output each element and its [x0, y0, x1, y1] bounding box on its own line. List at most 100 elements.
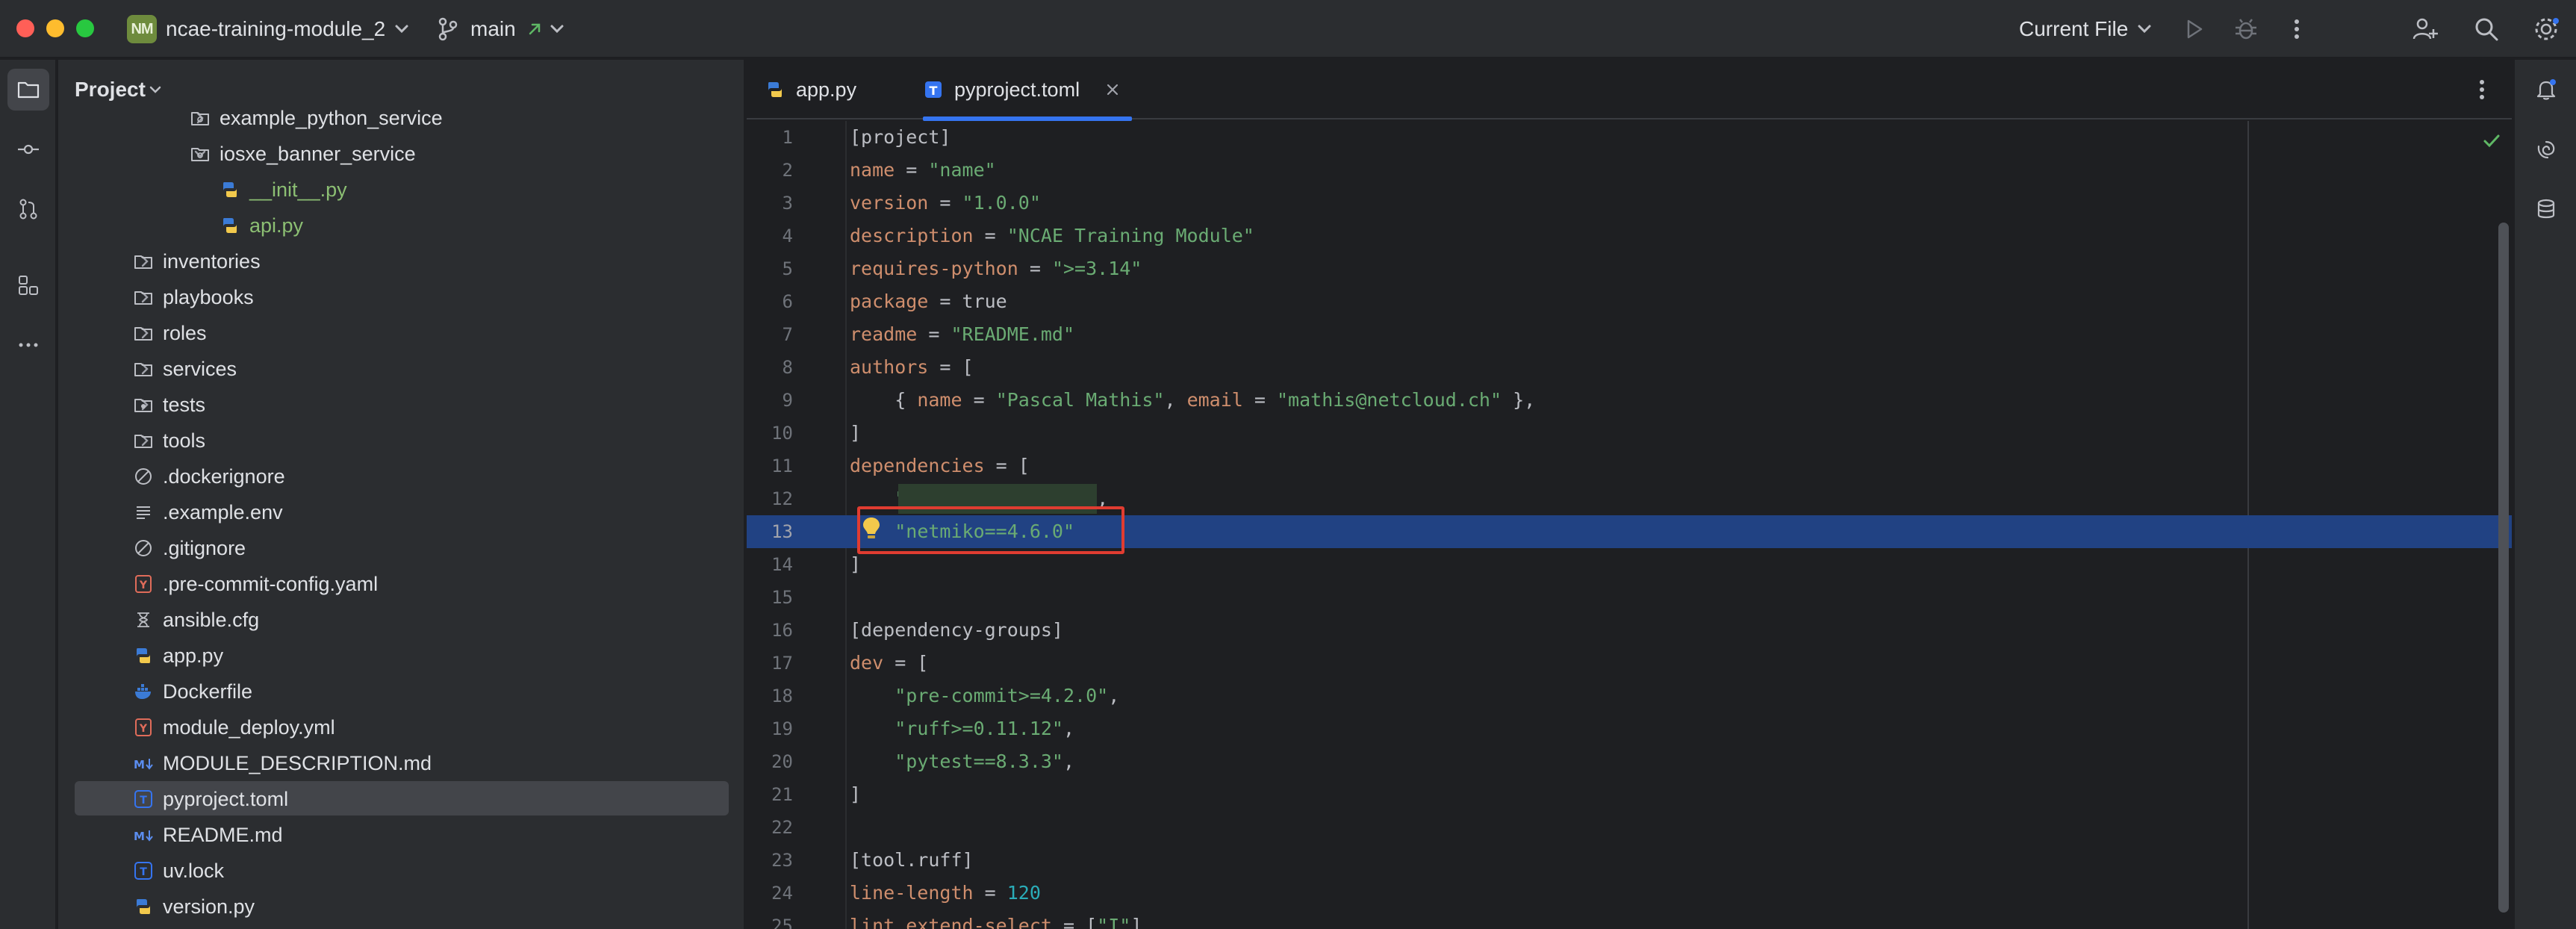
- code-token: lint.extend-select: [850, 915, 1052, 929]
- tree-item[interactable]: Ymodule_deploy.yml: [58, 709, 744, 745]
- code-line[interactable]: 24 line-length = 120: [747, 877, 2512, 910]
- tree-item[interactable]: .example.env: [58, 494, 744, 530]
- settings-gear-icon[interactable]: [2531, 14, 2561, 44]
- tree-item[interactable]: inventories: [58, 243, 744, 279]
- add-user-icon[interactable]: [2410, 14, 2440, 44]
- tree-item-label: tools: [163, 429, 206, 452]
- chevron-down-icon[interactable]: [145, 79, 166, 100]
- tab-pyproject-toml[interactable]: T pyproject.toml: [923, 60, 1132, 121]
- tree-item[interactable]: .gitignore: [58, 530, 744, 566]
- code-line[interactable]: 11 dependencies = [: [747, 450, 2512, 482]
- tree-item[interactable]: Tuv.lock: [58, 853, 744, 889]
- code-text: ]: [850, 778, 861, 811]
- database-button[interactable]: [2525, 188, 2567, 230]
- no-problems-check-icon[interactable]: [2480, 130, 2503, 152]
- window-close-button[interactable]: [16, 19, 34, 37]
- tree-item[interactable]: M README.md: [58, 817, 744, 853]
- line-number: 4: [782, 226, 793, 246]
- tree-item[interactable]: tools: [58, 423, 744, 459]
- tree-item[interactable]: .dockerignore: [58, 459, 744, 494]
- svg-text:M: M: [134, 758, 145, 771]
- svg-text:M: M: [134, 830, 145, 843]
- vertical-scrollbar[interactable]: [2498, 223, 2509, 913]
- tree-item[interactable]: tests: [58, 387, 744, 423]
- window-minimize-button[interactable]: [46, 19, 64, 37]
- ignore-file-icon: [135, 468, 152, 485]
- code-line[interactable]: 1 [project]: [747, 121, 2512, 154]
- code-line[interactable]: 16 [dependency-groups]: [747, 614, 2512, 647]
- tab-options-icon[interactable]: [2467, 75, 2497, 105]
- window-zoom-button[interactable]: [76, 19, 94, 37]
- tree-item-label: tests: [163, 394, 206, 416]
- tree-item[interactable]: Tpyproject.toml: [58, 781, 744, 817]
- code-line[interactable]: 2 name = "name": [747, 154, 2512, 187]
- line-number: 3: [782, 193, 793, 214]
- tree-item[interactable]: version.py: [58, 889, 744, 925]
- ai-assistant-button[interactable]: [2525, 128, 2567, 170]
- code-token: },: [1502, 389, 1536, 411]
- tree-item[interactable]: __init__.py: [58, 172, 744, 208]
- code-line[interactable]: 18 "pre-commit>=4.2.0",: [747, 680, 2512, 712]
- tree-item[interactable]: iosxe_banner_service: [58, 136, 744, 172]
- project-selector[interactable]: ncae-training-module_2: [166, 0, 385, 58]
- pull-requests-tool-button[interactable]: [7, 188, 49, 230]
- code-line[interactable]: 7 readme = "README.md": [747, 318, 2512, 351]
- notifications-button[interactable]: [2525, 69, 2567, 111]
- code-token: [project]: [850, 126, 951, 148]
- code-line[interactable]: 17 dev = [: [747, 647, 2512, 680]
- close-tab-icon[interactable]: [1105, 82, 1120, 97]
- run-configuration-selector[interactable]: Current File: [2019, 0, 2128, 58]
- tree-item-label: MODULE_DESCRIPTION.md: [163, 752, 432, 774]
- code-line[interactable]: 5 requires-python = ">=3.14": [747, 252, 2512, 285]
- code-token: "ruff>=0.11.12": [895, 718, 1063, 739]
- chevron-down-icon[interactable]: [542, 14, 572, 44]
- yaml-file-icon: Y: [135, 718, 152, 736]
- tree-item[interactable]: Y .pre-commit-config.yaml: [58, 566, 744, 602]
- tree-item-label: inventories: [163, 250, 261, 273]
- code-line[interactable]: 23 [tool.ruff]: [747, 844, 2512, 877]
- line-number: 23: [771, 850, 793, 871]
- code-line[interactable]: 8 authors = [: [747, 351, 2512, 384]
- code-line[interactable]: 20 "pytest==8.3.3",: [747, 745, 2512, 778]
- code-line[interactable]: 10]: [747, 417, 2512, 450]
- structure-tool-button[interactable]: [7, 264, 49, 306]
- debug-icon[interactable]: [2231, 14, 2261, 44]
- tree-item[interactable]: services: [58, 351, 744, 387]
- code-line[interactable]: 22: [747, 811, 2512, 844]
- tree-item[interactable]: example_python_service: [58, 100, 744, 136]
- code-line[interactable]: 3 version = "1.0.0": [747, 187, 2512, 220]
- code-text: dev = [: [850, 647, 928, 680]
- project-badge[interactable]: NM: [127, 15, 157, 43]
- code-line[interactable]: 19 "ruff>=0.11.12",: [747, 712, 2512, 745]
- tree-item[interactable]: api.py: [58, 208, 744, 243]
- svg-text:T: T: [930, 84, 938, 98]
- branch-selector[interactable]: main: [470, 0, 516, 58]
- tree-item[interactable]: roles: [58, 315, 744, 351]
- search-icon[interactable]: [2471, 14, 2501, 44]
- project-tool-button[interactable]: [7, 69, 49, 111]
- bell-icon: [2536, 79, 2556, 100]
- commit-tool-button[interactable]: [7, 128, 49, 170]
- code-line[interactable]: 25 lint.extend-select = ["I"]: [747, 910, 2512, 929]
- code-line[interactable]: 21]: [747, 778, 2512, 811]
- code-line[interactable]: 15: [747, 581, 2512, 614]
- ai-spiral-icon: [2537, 140, 2555, 159]
- code-line[interactable]: 6 package = true: [747, 285, 2512, 318]
- code-token: email: [1186, 389, 1243, 411]
- more-tools-button[interactable]: [7, 324, 49, 366]
- code-line[interactable]: 9 { name = "Pascal Mathis", email = "mat…: [747, 384, 2512, 417]
- tree-item[interactable]: ansible.cfg: [58, 602, 744, 638]
- tree-item[interactable]: M MODULE_DESCRIPTION.md: [58, 745, 744, 781]
- tree-item[interactable]: playbooks: [58, 279, 744, 315]
- code-token: [tool.ruff]: [850, 849, 974, 871]
- code-token: "Pascal Mathis": [995, 389, 1165, 411]
- more-actions-icon[interactable]: [2282, 14, 2312, 44]
- intention-bulb-icon[interactable]: [860, 515, 883, 542]
- chevron-down-icon[interactable]: [2129, 14, 2159, 44]
- run-icon[interactable]: [2179, 14, 2209, 44]
- code-line[interactable]: 4 description = "NCAE Training Module": [747, 220, 2512, 252]
- tree-item-label: __init__.py: [249, 178, 347, 201]
- tree-item[interactable]: Dockerfile: [58, 674, 744, 709]
- tree-item[interactable]: app.py: [58, 638, 744, 674]
- chevron-down-icon[interactable]: [387, 14, 417, 44]
